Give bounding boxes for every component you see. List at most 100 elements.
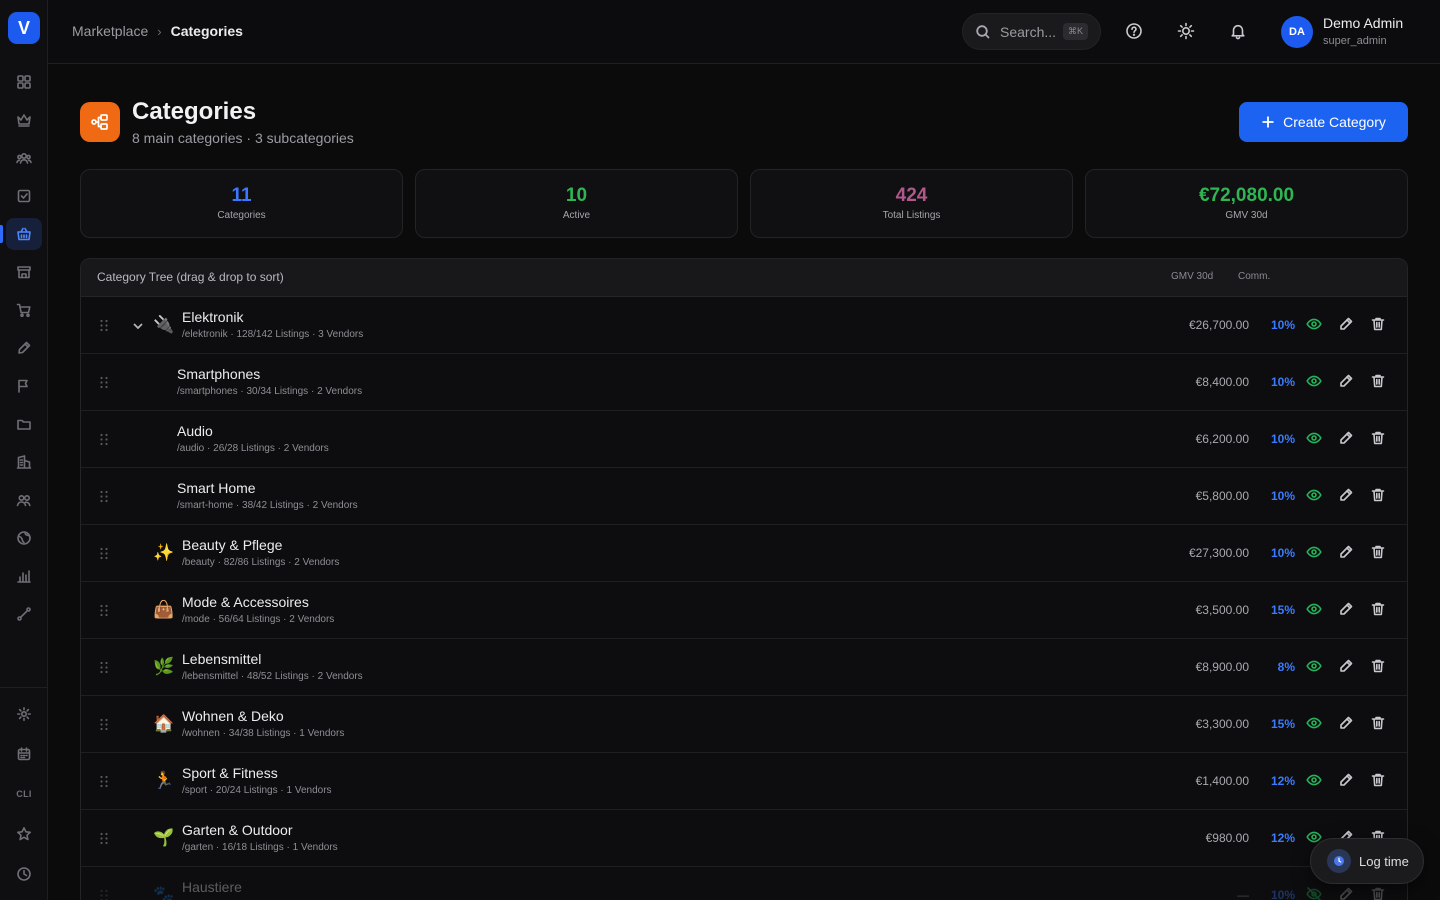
category-name[interactable]: Haustiere (182, 879, 242, 895)
pen-icon[interactable] (0, 332, 48, 364)
store-icon[interactable] (0, 256, 48, 288)
building-icon[interactable] (0, 446, 48, 478)
drag-handle-icon[interactable] (99, 832, 109, 845)
category-row[interactable]: 🐾 Haustiere — 10% (81, 867, 1407, 900)
breadcrumb-parent[interactable]: Marketplace (72, 23, 148, 39)
team-icon[interactable] (0, 484, 48, 516)
drag-handle-icon[interactable] (99, 889, 109, 900)
trash-icon[interactable] (1370, 886, 1388, 900)
eye-icon[interactable] (1306, 772, 1324, 790)
star-icon[interactable] (0, 818, 48, 850)
settings-icon[interactable] (0, 698, 48, 730)
eye-icon[interactable] (1306, 430, 1324, 448)
drag-handle-icon[interactable] (99, 376, 109, 389)
drag-handle-icon[interactable] (99, 718, 109, 731)
category-name[interactable]: Lebensmittel (182, 651, 261, 667)
category-gmv: €6,200.00 (1195, 432, 1249, 446)
cart-icon[interactable] (0, 294, 48, 326)
category-row[interactable]: ✨ Beauty & Pflege/beauty · 82/86 Listings… (81, 525, 1407, 582)
chart-icon[interactable] (0, 560, 48, 592)
category-emoji-icon: 🌿 (153, 657, 175, 676)
category-row[interactable]: Audio/audio · 26/28 Listings · 2 Vendors… (81, 411, 1407, 468)
trash-icon[interactable] (1370, 715, 1388, 733)
category-row[interactable]: Smartphones/smartphones · 30/34 Listings… (81, 354, 1407, 411)
plus-icon (1262, 116, 1274, 128)
category-meta: /smart-home · 38/42 Listings · 2 Vendors (177, 500, 358, 511)
clock-icon[interactable] (0, 858, 48, 890)
checklist-icon[interactable] (0, 180, 48, 212)
edit-icon[interactable] (1338, 601, 1356, 619)
eye-icon[interactable] (1306, 715, 1324, 733)
globe-icon[interactable] (0, 522, 48, 554)
create-category-button[interactable]: Create Category (1239, 102, 1408, 142)
category-name[interactable]: Audio (177, 423, 213, 439)
search-button[interactable]: Search... ⌘K (962, 13, 1101, 50)
trash-icon[interactable] (1370, 316, 1388, 334)
route-icon[interactable] (0, 598, 48, 630)
log-time-button[interactable]: Log time (1310, 838, 1424, 884)
drag-handle-icon[interactable] (99, 433, 109, 446)
trash-icon[interactable] (1370, 601, 1388, 619)
eye-icon[interactable] (1306, 316, 1324, 334)
chevron-down-icon[interactable] (131, 319, 145, 333)
category-name[interactable]: Smartphones (177, 366, 260, 382)
drag-handle-icon[interactable] (99, 547, 109, 560)
edit-icon[interactable] (1338, 772, 1356, 790)
edit-icon[interactable] (1338, 487, 1356, 505)
category-name[interactable]: Mode & Accessoires (182, 594, 309, 610)
category-name[interactable]: Garten & Outdoor (182, 822, 293, 838)
category-row[interactable]: 🌱 Garten & Outdoor/garten · 16/18 Listing… (81, 810, 1407, 867)
flag-icon[interactable] (0, 370, 48, 402)
edit-icon[interactable] (1338, 316, 1356, 334)
eye-icon[interactable] (1306, 601, 1324, 619)
drag-handle-icon[interactable] (99, 490, 109, 503)
drag-handle-icon[interactable] (99, 319, 109, 332)
drag-handle-icon[interactable] (99, 661, 109, 674)
category-row[interactable]: 👜 Mode & Accessoires/mode · 56/64 Listing… (81, 582, 1407, 639)
crown-icon[interactable] (0, 104, 48, 136)
cli-icon[interactable]: CLI (0, 778, 48, 810)
edit-icon[interactable] (1338, 658, 1356, 676)
category-row[interactable]: 🏠 Wohnen & Deko/wohnen · 34/38 Listings ·… (81, 696, 1407, 753)
avatar[interactable]: DA (1281, 16, 1313, 48)
theme-toggle-icon[interactable] (1177, 22, 1197, 42)
category-name[interactable]: Smart Home (177, 480, 256, 496)
stat-value: 10 (565, 185, 588, 206)
trash-icon[interactable] (1370, 772, 1388, 790)
category-row[interactable]: 🏃 Sport & Fitness/sport · 20/24 Listings … (81, 753, 1407, 810)
edit-icon[interactable] (1338, 373, 1356, 391)
eye-off-icon[interactable] (1306, 886, 1324, 900)
trash-icon[interactable] (1370, 658, 1388, 676)
trash-icon[interactable] (1370, 544, 1388, 562)
category-row[interactable]: 🌿 Lebensmittel/lebensmittel · 48/52 Listi… (81, 639, 1407, 696)
category-name[interactable]: Beauty & Pflege (182, 537, 282, 553)
help-icon[interactable] (1125, 22, 1145, 42)
users-icon[interactable] (0, 142, 48, 174)
drag-handle-icon[interactable] (99, 775, 109, 788)
marketplace-icon[interactable] (0, 218, 48, 250)
calendar-icon[interactable] (0, 738, 48, 770)
drag-handle-icon[interactable] (99, 604, 109, 617)
category-name[interactable]: Wohnen & Deko (182, 708, 284, 724)
edit-icon[interactable] (1338, 430, 1356, 448)
category-name[interactable]: Elektronik (182, 309, 243, 325)
category-emoji-icon: 🐾 (153, 885, 175, 900)
bell-icon[interactable] (1229, 22, 1249, 42)
eye-icon[interactable] (1306, 544, 1324, 562)
folder-icon[interactable] (0, 408, 48, 440)
dashboard-icon[interactable] (0, 66, 48, 98)
edit-icon[interactable] (1338, 544, 1356, 562)
edit-icon[interactable] (1338, 715, 1356, 733)
trash-icon[interactable] (1370, 430, 1388, 448)
category-row[interactable]: 🔌 Elektronik/elektronik · 128/142 Listing… (81, 297, 1407, 354)
app-logo[interactable]: V (8, 12, 40, 44)
eye-icon[interactable] (1306, 658, 1324, 676)
edit-icon[interactable] (1338, 886, 1356, 900)
user-name[interactable]: Demo Admin (1323, 15, 1403, 31)
category-name[interactable]: Sport & Fitness (182, 765, 278, 781)
trash-icon[interactable] (1370, 487, 1388, 505)
eye-icon[interactable] (1306, 373, 1324, 391)
trash-icon[interactable] (1370, 373, 1388, 391)
eye-icon[interactable] (1306, 487, 1324, 505)
category-row[interactable]: Smart Home/smart-home · 38/42 Listings ·… (81, 468, 1407, 525)
